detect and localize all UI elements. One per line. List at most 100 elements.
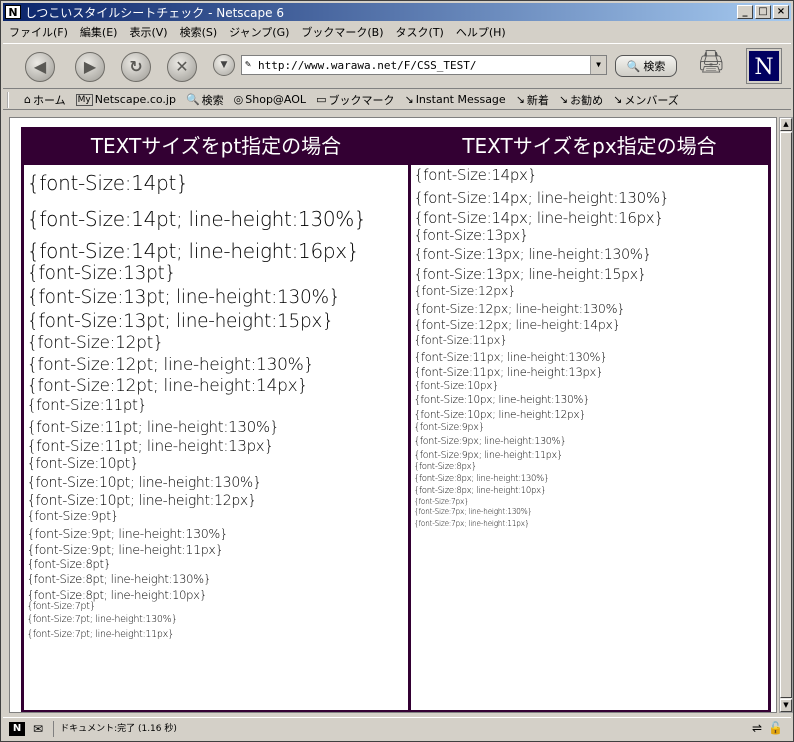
url-dropdown-button[interactable]: ▼ [590,56,606,74]
css-sample-line: {font-Size:7px; line-height:11px} [414,518,530,528]
personal-item-home[interactable]: ⌂ ホーム [19,92,71,108]
browser-window: N しつこいスタイルシートチェック - Netscape 6 _ □ × ファイ… [0,0,794,742]
menu-tasks[interactable]: タスク(T) [390,24,450,40]
css-sample-line: {font-Size:7px} [414,497,469,507]
menu-bar: ファイル(F) 編集(E) 表示(V) 検索(S) ジャンプ(G) ブックマーク… [3,22,512,42]
window-title: しつこいスタイルシートチェック - Netscape 6 [25,5,284,20]
css-sample-line: {font-Size:8px; line-height:10px} [414,486,546,497]
css-sample-line: {font-Size:12pt; line-height:130%} [27,355,314,376]
personal-item-label: 新着 [526,93,549,107]
scroll-up-arrow[interactable]: ▲ [780,118,792,131]
css-sample-line: {font-Size:13pt; line-height:130%} [27,287,341,309]
menu-view[interactable]: 表示(V) [123,24,173,40]
stop-button[interactable]: ✕ [167,52,197,82]
css-sample-line: {font-Size:14pt; line-height:130%} [27,207,367,231]
maximize-button[interactable]: □ [755,5,771,19]
css-sample-line: {font-Size:10px} [414,379,499,392]
vertical-scrollbar[interactable]: ▲ ▼ [779,117,793,713]
css-sample-line: {font-Size:12px; line-height:130%} [414,300,625,316]
menu-help[interactable]: ヘルプ(H) [450,24,512,40]
css-sample-line: {font-Size:8px} [414,461,477,472]
title-bar[interactable]: N しつこいスタイルシートチェック - Netscape 6 _ □ × [3,3,791,21]
css-sample-line: {font-Size:11pt} [27,396,147,414]
css-sample-line: {font-Size:11px; line-height:130%} [414,349,608,364]
css-sample-line: {font-Size:7pt} [27,600,96,612]
menu-edit[interactable]: 編集(E) [74,24,124,40]
back-button[interactable]: ◀ [25,52,55,82]
css-sample-line: {font-Size:9pt; line-height:11px} [27,542,224,558]
css-sample-line: {font-Size:14pt; line-height:16px} [27,239,360,263]
scroll-down-arrow[interactable]: ▼ [780,699,792,712]
css-sample-line: {font-Size:14px} [414,166,537,184]
css-sample-line: {font-Size:10px; line-height:12px} [414,409,586,422]
folder-icon: ▭ [316,93,327,106]
bookmark-icon: ↘ [515,93,525,106]
mail-icon[interactable]: ✉ [33,722,43,736]
css-sample-line: {font-Size:13px; line-height:15px} [414,266,647,283]
scroll-thumb[interactable] [780,132,792,698]
css-sample-line: {font-Size:12px} [414,282,516,298]
css-sample-line: {font-Size:14px; line-height:16px} [414,208,664,227]
personal-item-bookmarks[interactable]: ▭ ブックマーク [311,92,399,108]
url-field[interactable]: ✎ http://www.warawa.net/F/CSS_TEST/ ▼ [241,55,607,75]
minimize-button[interactable]: _ [737,5,753,19]
personal-item-netscape[interactable]: My Netscape.co.jp [71,93,181,106]
menu-search[interactable]: 検索(S) [174,24,224,40]
personal-item-instant-message[interactable]: ↘ Instant Message [399,93,510,106]
personal-item-search[interactable]: 🔍 検索 [181,92,229,108]
personal-toolbar: ⌂ ホーム My Netscape.co.jp 🔍 検索 ◎ Shop@AOL ▭ ブック… [3,90,791,110]
menu-go[interactable]: ジャンプ(G) [223,24,295,40]
bookmark-icon: ↘ [558,93,569,106]
css-sample-line: {font-Size:14pt} [27,171,189,195]
personal-item-aol[interactable]: ◎ Shop@AOL [229,93,311,106]
css-sample-line: {font-Size:13px} [414,227,529,244]
home-icon: ⌂ [24,93,31,106]
forward-button[interactable]: ▶ [75,52,105,82]
search-button-label: 検索 [643,60,666,73]
netscape-app-icon[interactable]: N [5,5,21,19]
netscape-status-icon[interactable]: N [9,721,25,736]
px-column: {font-Size:14px} {font-Size:14px; line-he… [411,165,768,710]
css-sample-line: {font-Size:11pt; line-height:130%} [27,417,280,436]
menu-bookmarks[interactable]: ブックマーク(B) [295,24,389,40]
personal-item-label: Netscape.co.jp [94,93,176,106]
search-button[interactable]: 🔍 検索 [615,55,677,77]
lock-icon: 🔓 [768,721,783,735]
pt-column: {font-Size:14pt} {font-Size:14pt; line-he… [24,165,408,710]
personal-item-label: ホーム [32,93,66,107]
css-sample-line: {font-Size:11pt; line-height:13px} [27,437,274,455]
toolbar-grip[interactable] [7,91,13,108]
css-sample-line: {font-Size:10pt} [27,455,139,472]
reload-button[interactable]: ↻ [121,52,151,82]
netscape-logo[interactable]: N [746,48,782,84]
personal-item-recommend[interactable]: ↘ お勧め [554,92,608,108]
close-button[interactable]: × [773,5,789,19]
css-sample-line: {font-Size:11px} [414,332,508,347]
personal-item-label: ブックマーク [328,93,395,107]
bookmark-icon: ↘ [613,93,623,106]
url-text: http://www.warawa.net/F/CSS_TEST/ [258,59,477,72]
css-sample-line: {font-Size:9pt; line-height:130%} [27,525,228,541]
aol-icon: ◎ [233,93,244,106]
css-sample-line: {font-Size:12pt} [27,333,164,354]
personal-item-new[interactable]: ↘ 新着 [511,92,554,108]
css-sample-line: {font-Size:7px; line-height:130%} [414,507,532,517]
print-icon[interactable]: 🖨 [697,50,725,75]
header-px: TEXTサイズをpx指定の場合 [462,134,717,158]
personal-item-label: Shop@AOL [245,93,307,106]
css-sample-line: {font-Size:10pt; line-height:12px} [27,492,257,509]
css-sample-line: {font-Size:10pt; line-height:130%} [27,474,262,491]
css-sample-line: {font-Size:13pt} [27,263,176,284]
css-sample-line: {font-Size:11px; line-height:13px} [414,365,603,380]
personal-item-members[interactable]: ↘ メンバーズ [608,92,684,108]
css-sample-line: {font-Size:9px} [414,422,485,434]
css-sample-line: {font-Size:8pt; line-height:130%} [27,572,211,587]
status-bar: N ✉ ドキュメント:完了 (1.16 秒) ⇌ 🔓 [3,717,791,739]
css-sample-line: {font-Size:9pt} [27,508,119,524]
bookmark-icon: ↘ [404,93,414,106]
css-sample-line: {font-Size:10px; line-height:130%} [414,394,590,407]
stop-icon: ✕ [175,57,189,76]
menu-file[interactable]: ファイル(F) [3,24,74,40]
css-sample-line: {font-Size:9px; line-height:11px} [414,449,563,461]
url-history-button[interactable]: ▼ [213,54,235,76]
